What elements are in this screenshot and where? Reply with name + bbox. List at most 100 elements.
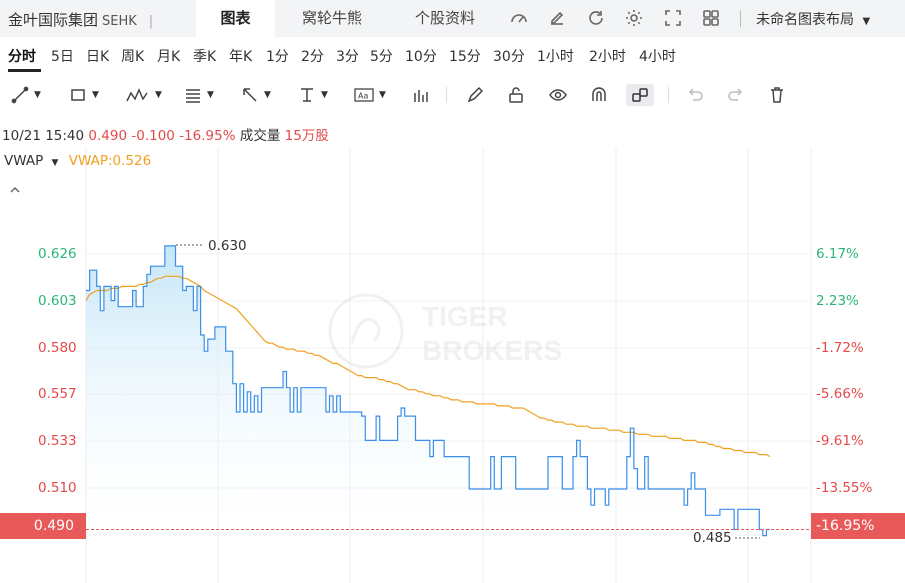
y-left-tick: 0.533	[38, 433, 77, 449]
y-right-tick: 6.17%	[816, 246, 859, 262]
pen-tool[interactable]	[466, 84, 484, 106]
stock-title: 金叶国际集团 SEHK |	[8, 9, 153, 30]
fibonacci-icon	[186, 89, 200, 103]
volume-value: 15万股	[284, 128, 329, 144]
y-left-tick: 0.626	[38, 246, 77, 262]
fibonacci-tool[interactable]: ▼	[183, 84, 214, 106]
refresh-icon[interactable]	[586, 8, 606, 28]
caret-icon: ▼	[264, 90, 271, 100]
undo-icon	[688, 88, 703, 101]
caret-icon: ▼	[207, 90, 214, 100]
measure-icon	[301, 88, 313, 102]
period-yearly[interactable]: 年K	[229, 46, 252, 66]
period-weekly[interactable]: 周K	[121, 46, 144, 66]
vwap-legend[interactable]: VWAP ▼ VWAP:0.526	[4, 153, 151, 169]
edit-icon[interactable]	[547, 8, 567, 28]
y-right-tick: 2.23%	[816, 293, 859, 309]
period-5d[interactable]: 5日	[51, 46, 74, 66]
pattern-tool[interactable]: ▼	[125, 84, 162, 106]
period-quarterly[interactable]: 季K	[193, 46, 216, 66]
price-area-fill	[86, 245, 770, 548]
active-period-underline	[8, 69, 41, 72]
visibility-tool[interactable]	[548, 84, 568, 106]
vwap-value: VWAP:0.526	[68, 153, 152, 169]
period-monthly[interactable]: 月K	[157, 46, 180, 66]
divider	[668, 87, 669, 103]
quote-info: 10/21 15:40 0.490 -0.100 -16.95% 成交量 15万…	[2, 124, 329, 144]
y-right-tick: -1.72%	[816, 340, 864, 356]
y-left-tick: 0.557	[38, 386, 77, 402]
layout-dropdown[interactable]: 未命名图表布局 ▼	[756, 9, 870, 29]
measure-tool[interactable]: ▼	[297, 84, 328, 106]
period-1h[interactable]: 1小时	[537, 46, 574, 66]
period-15m[interactable]: 15分	[449, 46, 481, 66]
high-label: 0.630	[208, 238, 247, 254]
grid-layout-icon[interactable]	[701, 8, 721, 28]
period-1m[interactable]: 1分	[266, 46, 289, 66]
chevron-down-icon: ▼	[862, 16, 871, 27]
period-2h[interactable]: 2小时	[589, 46, 626, 66]
period-5m[interactable]: 5分	[370, 46, 393, 66]
title-separator: |	[148, 14, 154, 29]
fullscreen-icon[interactable]	[663, 8, 683, 28]
magnet-tool[interactable]	[590, 84, 608, 106]
magnet-icon	[592, 87, 606, 101]
svg-text:Aa: Aa	[358, 92, 368, 101]
tab-warrants[interactable]: 窝轮牛熊	[282, 0, 382, 37]
caret-icon: ▼	[379, 90, 386, 100]
period-4h[interactable]: 4小时	[639, 46, 676, 66]
bar-chart-icon	[414, 90, 428, 102]
text-tool[interactable]: Aa ▼	[353, 84, 386, 106]
gear-icon[interactable]	[624, 8, 644, 28]
y-left-tick: 0.510	[38, 480, 77, 496]
period-intraday[interactable]: 分时	[8, 46, 36, 66]
stock-name: 金叶国际集团	[8, 11, 99, 29]
undo-button[interactable]	[686, 84, 704, 106]
divider	[446, 87, 447, 103]
price-chart[interactable]: TIGER BROKERS	[0, 148, 905, 583]
watermark-line1: TIGER	[422, 301, 508, 332]
caret-icon: ▼	[321, 90, 328, 100]
layout-label: 未命名图表布局	[756, 12, 854, 28]
chevron-down-icon: ▼	[51, 158, 59, 168]
lock-tool[interactable]	[507, 84, 525, 106]
period-daily[interactable]: 日K	[86, 46, 109, 66]
pen-icon	[467, 86, 484, 103]
period-10m[interactable]: 10分	[405, 46, 437, 66]
redo-button[interactable]	[727, 84, 745, 106]
current-pct-tag: -16.95%	[811, 513, 905, 539]
divider	[740, 10, 741, 27]
watermark-line2: BROKERS	[422, 335, 562, 366]
period-2m[interactable]: 2分	[301, 46, 324, 66]
exchange-code: SEHK	[102, 14, 137, 29]
y-left-tick: 0.603	[38, 293, 77, 309]
arrow-icon	[243, 88, 257, 102]
y-right-tick: -9.61%	[816, 433, 864, 449]
unlock-icon	[509, 87, 523, 103]
caret-icon: ▼	[92, 90, 99, 100]
indicator-name: VWAP	[4, 153, 44, 169]
low-label: 0.485	[693, 530, 732, 546]
tab-chart[interactable]: 图表	[196, 0, 275, 37]
link-tool[interactable]	[626, 84, 654, 106]
quote-price: 0.490	[88, 128, 128, 144]
rectangle-icon	[71, 89, 85, 101]
period-30m[interactable]: 30分	[493, 46, 525, 66]
quote-change: -0.100	[131, 128, 175, 144]
trash-icon	[771, 87, 783, 103]
y-left-tick: 0.580	[38, 340, 77, 356]
pattern-icon	[126, 88, 148, 102]
rectangle-tool[interactable]: ▼	[68, 84, 99, 106]
text-box-icon: Aa	[354, 88, 374, 102]
volume-tool[interactable]	[412, 84, 430, 106]
volume-label: 成交量	[239, 128, 281, 144]
arrow-tool[interactable]: ▼	[240, 84, 271, 106]
tiger-brokers-watermark: TIGER BROKERS	[328, 293, 562, 369]
delete-button[interactable]	[768, 84, 786, 106]
trendline-tool[interactable]: ▼	[10, 84, 41, 106]
collapse-chevron[interactable]	[9, 180, 21, 199]
drawing-toolbar: ▼ ▼ ▼ ▼ ▼ ▼ Aa ▼	[0, 78, 905, 114]
gauge-icon[interactable]	[509, 8, 529, 28]
tab-profile[interactable]: 个股资料	[395, 0, 495, 37]
period-3m[interactable]: 3分	[336, 46, 359, 66]
